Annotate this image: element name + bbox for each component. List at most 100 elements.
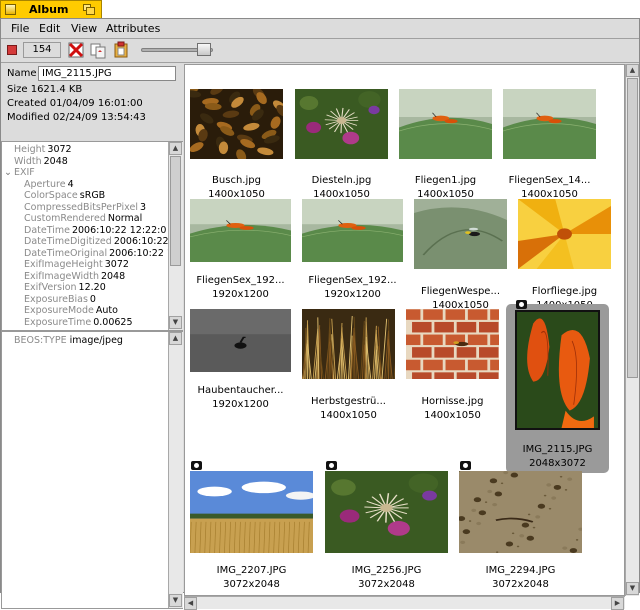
- attribute-key: DateTimeOriginal: [24, 248, 107, 259]
- delete-icon[interactable]: [67, 41, 85, 59]
- attribute-key: CompressedBitsPerPixel: [24, 202, 138, 213]
- attribute-key: ExposureBias: [24, 294, 88, 305]
- attributes-list[interactable]: Height3072Width2048⌄EXIFAperture4ColorSp…: [1, 141, 183, 331]
- thumbnail-image[interactable]: [503, 89, 596, 159]
- menu-view[interactable]: View: [71, 22, 97, 35]
- thumbnail-name: FliegenSex_192...: [184, 275, 301, 286]
- attribute-row[interactable]: Aperture4: [24, 179, 190, 190]
- zoom-icon[interactable]: [83, 4, 95, 15]
- scroll-thumb[interactable]: [627, 78, 638, 378]
- type-scrollbar[interactable]: ▲ ▼: [168, 332, 183, 608]
- title-bar: Album: [0, 0, 640, 18]
- stop-icon[interactable]: [7, 45, 17, 55]
- grid-horizontal-scrollbar[interactable]: ◀ ▶: [184, 596, 625, 609]
- window-tab[interactable]: Album: [0, 0, 102, 18]
- expand-icon[interactable]: ⌄: [4, 167, 12, 178]
- thumbnail-image[interactable]: [295, 89, 388, 159]
- attribute-key: EXIF: [14, 167, 35, 178]
- scroll-thumb[interactable]: [170, 156, 181, 266]
- thumbnail-image[interactable]: [190, 309, 291, 372]
- thumbnail-image[interactable]: [302, 309, 395, 379]
- thumbnail-image[interactable]: [190, 89, 283, 159]
- thumbnail-grid[interactable]: Busch.jpg1400x1050 Diesteln.jpg1400x1050…: [184, 64, 625, 596]
- attribute-row[interactable]: DateTime2006:10:22 12:22:0: [24, 225, 190, 236]
- thumbnail-dimensions: 3072x2048: [192, 579, 312, 590]
- attribute-row[interactable]: ⌄EXIF: [4, 167, 170, 178]
- scroll-down-icon[interactable]: ▼: [626, 582, 639, 595]
- thumbnail-name: Hornisse.jpg: [393, 396, 513, 407]
- scroll-up-icon[interactable]: ▲: [169, 332, 182, 345]
- name-label: Name: [7, 68, 37, 79]
- type-attr-value: image/jpeg: [70, 335, 123, 346]
- thumbnail-image[interactable]: [515, 310, 600, 430]
- attribute-key: Aperture: [24, 179, 66, 190]
- attribute-row[interactable]: ExposureBias0: [24, 294, 190, 305]
- thumbnail-image[interactable]: [459, 471, 582, 553]
- grid-vertical-scrollbar[interactable]: ▲ ▼: [625, 64, 639, 596]
- thumbnail-name: Diesteln.jpg: [282, 175, 402, 186]
- attribute-row[interactable]: Height3072: [14, 144, 180, 155]
- attribute-row[interactable]: ColorSpacesRGB: [24, 190, 190, 201]
- attribute-row[interactable]: CompressedBitsPerPixel3: [24, 202, 190, 213]
- scroll-down-icon[interactable]: ▼: [169, 316, 182, 329]
- attribute-row[interactable]: DateTimeDigitized2006:10:22: [24, 236, 190, 247]
- slider-thumb[interactable]: [197, 43, 211, 56]
- thumbnail-image[interactable]: [190, 199, 291, 262]
- copy-icon[interactable]: [89, 41, 107, 59]
- thumbnail-image[interactable]: [518, 199, 611, 269]
- attribute-key: ExifImageHeight: [24, 259, 103, 270]
- attribute-row[interactable]: ExifImageHeight3072: [24, 259, 190, 270]
- attribute-value: Normal: [108, 213, 142, 224]
- attribute-value: 3: [140, 202, 146, 213]
- thumbnail-name: Florfliege.jpg: [505, 286, 625, 297]
- thumbnail-image[interactable]: [399, 89, 492, 159]
- name-field[interactable]: IMG_2115.JPG: [38, 66, 176, 81]
- attribute-row[interactable]: ExifVersion12.20: [24, 282, 190, 293]
- attribute-value: 4: [68, 179, 74, 190]
- thumbnail-image[interactable]: [406, 309, 499, 379]
- attribute-value: 3072: [105, 259, 129, 270]
- attribute-value: 12.20: [79, 282, 106, 293]
- attribute-row[interactable]: CustomRenderedNormal: [24, 213, 190, 224]
- attribute-row[interactable]: ExifImageWidth2048: [24, 271, 190, 282]
- attribute-row[interactable]: ExposureModeAuto: [24, 305, 190, 316]
- attribute-key: Width: [14, 156, 42, 167]
- thumbnail-name: IMG_2115.JPG: [498, 444, 618, 455]
- toolbar: 154: [1, 39, 639, 63]
- scroll-up-icon[interactable]: ▲: [169, 142, 182, 155]
- thumbnail-dimensions: 1400x1050: [289, 410, 409, 421]
- thumbnail-name: FliegenSex_14...: [490, 175, 610, 186]
- paste-icon[interactable]: [112, 41, 130, 59]
- thumbnail-dimensions: 3072x2048: [327, 579, 447, 590]
- thumbnail-name: IMG_2294.JPG: [461, 565, 581, 576]
- close-icon[interactable]: [5, 4, 16, 15]
- size-text: Size 1621.4 KB: [7, 84, 82, 95]
- camera-icon: [460, 461, 471, 470]
- scroll-left-icon[interactable]: ◀: [184, 597, 197, 610]
- thumbnail-image[interactable]: [414, 199, 507, 269]
- attributes-scrollbar[interactable]: ▲ ▼: [168, 142, 183, 330]
- attribute-value: 3072: [47, 144, 71, 155]
- attribute-key: ExposureMode: [24, 305, 94, 316]
- attribute-key: CustomRendered: [24, 213, 106, 224]
- scroll-down-icon[interactable]: ▼: [169, 594, 182, 607]
- thumbnail-name: FliegenWespe...: [401, 286, 521, 297]
- thumbnail-image[interactable]: [190, 471, 313, 553]
- menu-file[interactable]: File: [11, 22, 29, 35]
- attribute-row[interactable]: ExposureTime0.00625: [24, 317, 190, 328]
- attribute-row[interactable]: DateTimeOriginal2006:10:22 1: [24, 248, 190, 259]
- thumbnail-name: IMG_2207.JPG: [192, 565, 312, 576]
- thumbnail-name: Busch.jpg: [184, 175, 297, 186]
- menu-attributes[interactable]: Attributes: [106, 22, 160, 35]
- thumbnail-image[interactable]: [302, 199, 403, 262]
- scroll-up-icon[interactable]: ▲: [626, 64, 639, 77]
- created-text: Created 01/04/09 16:01:00: [7, 98, 143, 109]
- thumbnail-dimensions: 1920x1200: [293, 289, 413, 300]
- type-attributes-list[interactable]: BEOS:TYPE image/jpeg ▲ ▼: [1, 331, 183, 609]
- thumbnail-image[interactable]: [325, 471, 448, 553]
- menu-edit[interactable]: Edit: [39, 22, 60, 35]
- scroll-right-icon[interactable]: ▶: [611, 597, 624, 610]
- attribute-row[interactable]: Width2048: [14, 156, 180, 167]
- attribute-key: ExifImageWidth: [24, 271, 99, 282]
- attribute-value: 2048: [101, 271, 125, 282]
